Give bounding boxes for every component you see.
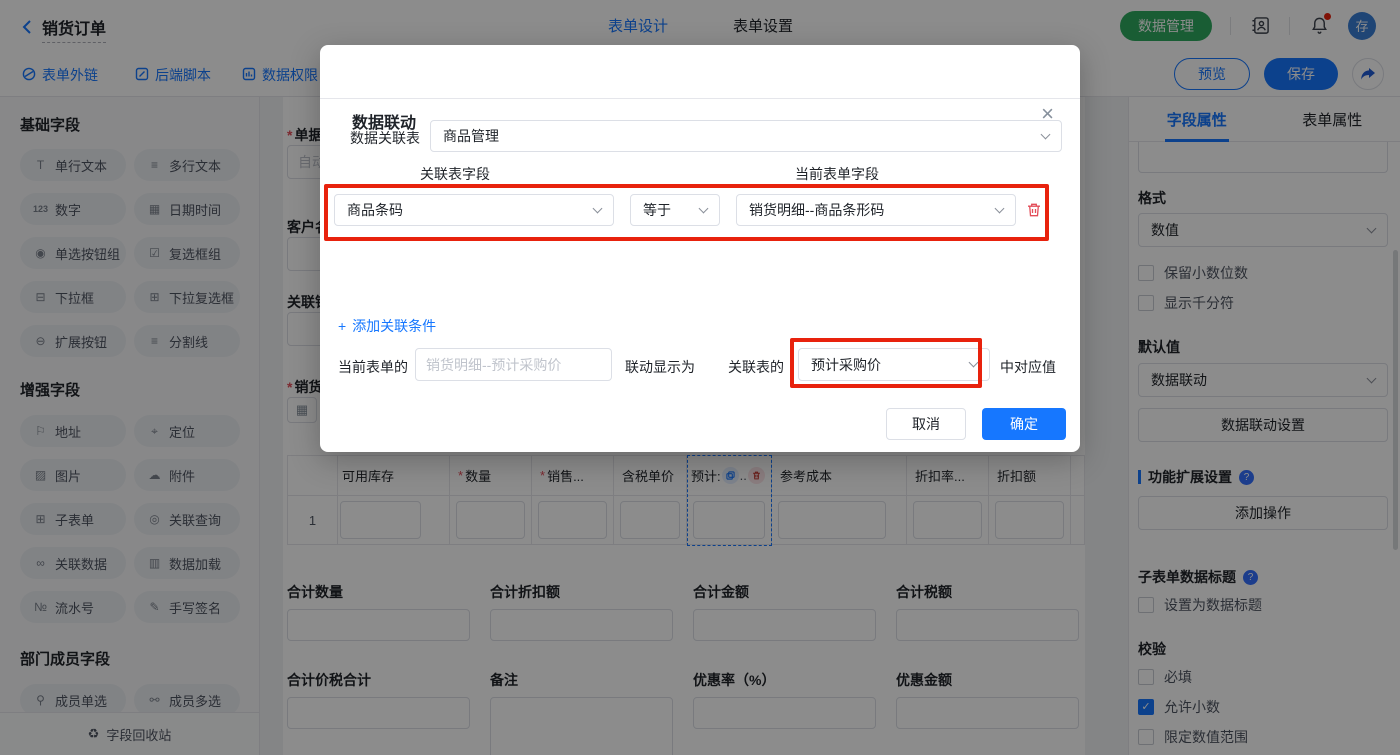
data-linkage-modal: 数据联动 × 数据关联表 商品管理 关联表字段 当前表单字段 商品条码 等于 销… bbox=[320, 45, 1080, 452]
column-header-relation-field: 关联表字段 bbox=[420, 164, 490, 184]
relation-table-of-label: 关联表的 bbox=[728, 357, 784, 377]
column-header-current-field: 当前表单字段 bbox=[795, 164, 879, 184]
chevron-down-icon bbox=[699, 203, 709, 213]
chevron-down-icon bbox=[969, 358, 979, 368]
condition-target-select[interactable]: 销货明细--商品条形码 bbox=[736, 194, 1016, 226]
relation-table-select[interactable]: 商品管理 bbox=[430, 120, 1062, 152]
chevron-down-icon bbox=[593, 203, 603, 213]
chevron-down-icon bbox=[995, 203, 1005, 213]
current-form-label: 当前表单的 bbox=[338, 357, 408, 377]
add-condition-link[interactable]: + 添加关联条件 bbox=[338, 316, 436, 336]
form-designer-app: 销货订单 表单设计 表单设置 数据管理 存 bbox=[0, 0, 1400, 755]
relation-table-label: 数据关联表 bbox=[350, 128, 420, 148]
condition-field-select[interactable]: 商品条码 bbox=[334, 194, 614, 226]
display-field-select[interactable]: 预计采购价 bbox=[798, 348, 990, 381]
modal-header-divider bbox=[320, 98, 1080, 99]
linkage-display-label: 联动显示为 bbox=[625, 357, 695, 377]
chevron-down-icon bbox=[1041, 129, 1051, 139]
confirm-button[interactable]: 确定 bbox=[982, 408, 1066, 440]
cancel-button[interactable]: 取消 bbox=[886, 408, 966, 440]
plus-icon: + bbox=[338, 318, 346, 334]
current-field-readonly-input: 销货明细--预计采购价 bbox=[415, 348, 612, 381]
matched-value-label: 中对应值 bbox=[1000, 357, 1056, 377]
condition-operator-select[interactable]: 等于 bbox=[630, 194, 720, 226]
delete-condition-icon[interactable] bbox=[1026, 202, 1042, 223]
